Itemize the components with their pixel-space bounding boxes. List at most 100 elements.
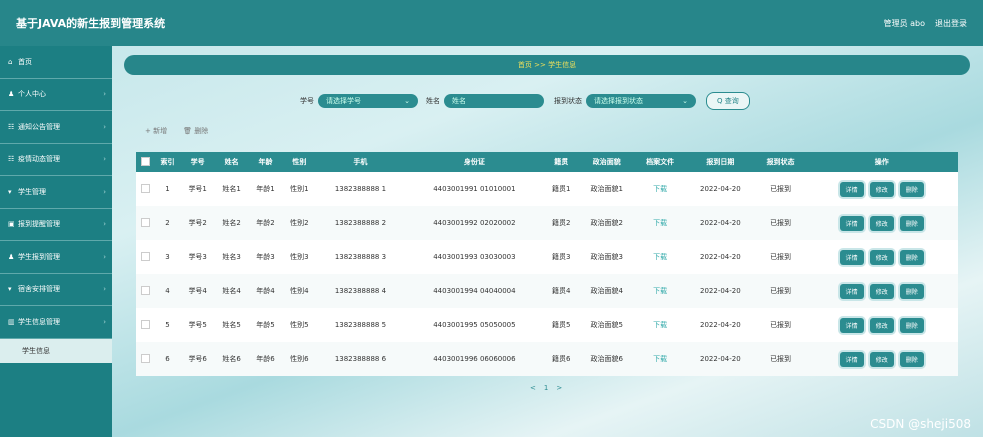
sidebar-item-label: 个人中心 (18, 90, 46, 99)
page-number[interactable]: 1 (544, 384, 548, 392)
chevron-icon: › (103, 220, 106, 229)
sidebar-item-1[interactable]: ♟ 个人中心 › (0, 79, 112, 111)
table-cell: 年龄2 (256, 219, 275, 227)
table-cell: 年龄4 (256, 287, 275, 295)
select-all-checkbox[interactable] (140, 156, 150, 166)
table-cell: 年龄1 (256, 185, 275, 193)
sidebar-item-7[interactable]: ▾ 宿舍安排管理 › (0, 274, 112, 306)
delete-button[interactable]: 删除 (899, 351, 924, 367)
logout-link[interactable]: 退出登录 (935, 18, 967, 29)
column-header: 档案文件 (646, 158, 675, 166)
xm-input[interactable]: 姓名 (444, 94, 544, 108)
table-cell: 6 (165, 355, 170, 363)
menu-icon: ♟ (8, 90, 15, 99)
edit-button[interactable]: 修改 (869, 283, 894, 299)
edit-button[interactable]: 修改 (869, 215, 894, 231)
chevron-icon: › (103, 252, 106, 261)
sidebar-subitem-student-info[interactable]: 学生信息 (0, 338, 112, 363)
query-button[interactable]: Q 查询 (706, 92, 750, 110)
table-cell: 已报到 (770, 185, 792, 193)
table-cell: 已报到 (770, 219, 792, 227)
column-header: 身份证 (463, 158, 485, 166)
chevron-icon: › (103, 155, 106, 164)
table-cell: 籍贯5 (552, 321, 571, 329)
detail-button[interactable]: 详情 (839, 181, 864, 197)
row-checkbox[interactable] (140, 353, 150, 363)
table-cell: 姓名2 (222, 219, 241, 227)
row-checkbox[interactable] (140, 319, 150, 329)
menu-icon: ▥ (8, 317, 15, 326)
table-cell: 1382388888 6 (334, 355, 387, 363)
delete-button[interactable]: 🗑 删除 (183, 126, 208, 136)
download-link[interactable]: 下载 (635, 240, 685, 274)
table-cell: 已报到 (770, 321, 792, 329)
delete-button[interactable]: 删除 (899, 181, 924, 197)
table-cell: 政治面貌6 (590, 355, 623, 363)
table-row: 2 学号2 姓名2 年龄2 性别2 1382388888 2 4403001992 0202… (136, 206, 958, 240)
admin-label: 管理员 abo (883, 18, 925, 28)
table-cell: 姓名6 (222, 355, 241, 363)
xh-select[interactable]: 请选择学号 ⌄ (318, 94, 418, 108)
table-cell: 1382388888 2 (334, 219, 387, 227)
download-link[interactable]: 下载 (635, 274, 685, 308)
top-bar: 基于JAVA的新生报到管理系统 管理员 abo 退出登录 (0, 0, 983, 46)
sidebar-item-label: 学生管理 (18, 187, 46, 196)
column-header: 年龄 (258, 158, 273, 166)
download-link[interactable]: 下载 (635, 206, 685, 240)
delete-button[interactable]: 删除 (899, 249, 924, 265)
table-cell: 政治面貌4 (590, 287, 623, 295)
chevron-icon: › (103, 285, 106, 294)
download-link[interactable]: 下载 (635, 172, 685, 206)
detail-button[interactable]: 详情 (839, 215, 864, 231)
table-cell: 已报到 (770, 253, 792, 261)
table-cell: 2022-04-20 (700, 185, 741, 193)
column-header: 手机 (353, 158, 368, 166)
app-title: 基于JAVA的新生报到管理系统 (16, 17, 166, 30)
table-cell: 姓名3 (222, 253, 241, 261)
sidebar-item-3[interactable]: ☷ 疫情动态管理 › (0, 144, 112, 176)
table-cell: 2 (165, 219, 170, 227)
sidebar-item-5[interactable]: ▣ 报到提醒管理 › (0, 209, 112, 241)
delete-button[interactable]: 删除 (899, 317, 924, 333)
table-cell: 年龄6 (256, 355, 275, 363)
table-cell: 性别2 (290, 219, 309, 227)
column-header: 学号 (190, 158, 205, 166)
download-link[interactable]: 下载 (635, 308, 685, 342)
detail-button[interactable]: 详情 (839, 283, 864, 299)
sidebar-item-6[interactable]: ♟ 学生报到管理 › (0, 241, 112, 274)
edit-button[interactable]: 修改 (869, 351, 894, 367)
delete-button[interactable]: 删除 (899, 283, 924, 299)
next-page-button[interactable]: > (556, 384, 562, 392)
column-header: 姓名 (224, 158, 239, 166)
table-cell: 4403001992 02020002 (433, 219, 516, 227)
detail-button[interactable]: 详情 (839, 351, 864, 367)
menu-icon: ▣ (8, 220, 15, 229)
sidebar-item-label: 首页 (18, 57, 32, 66)
table-row: 6 学号6 姓名6 年龄6 性别6 1382388888 6 4403001996 0606… (136, 342, 958, 376)
table-cell: 政治面貌5 (590, 321, 623, 329)
sidebar-item-0[interactable]: ⌂ 首页 (0, 46, 112, 79)
zt-label: 报到状态 (554, 97, 582, 105)
menu-icon: ☷ (8, 155, 15, 164)
delete-button[interactable]: 删除 (899, 215, 924, 231)
table-cell: 性别1 (290, 185, 309, 193)
prev-page-button[interactable]: < (530, 384, 536, 392)
menu-icon: ☷ (8, 122, 15, 131)
row-checkbox[interactable] (140, 285, 150, 295)
row-checkbox[interactable] (140, 251, 150, 261)
detail-button[interactable]: 详情 (839, 249, 864, 265)
table-cell: 籍贯1 (552, 185, 571, 193)
detail-button[interactable]: 详情 (839, 317, 864, 333)
pagination: < 1 > (530, 384, 562, 392)
edit-button[interactable]: 修改 (869, 181, 894, 197)
sidebar-item-2[interactable]: ☷ 通知公告管理 › (0, 111, 112, 144)
sidebar-item-8[interactable]: ▥ 学生信息管理 › (0, 306, 112, 339)
sidebar-item-4[interactable]: ▾ 学生管理 › (0, 176, 112, 209)
download-link[interactable]: 下载 (635, 342, 685, 376)
add-button[interactable]: + 新增 (145, 126, 167, 136)
edit-button[interactable]: 修改 (869, 317, 894, 333)
edit-button[interactable]: 修改 (869, 249, 894, 265)
zt-select[interactable]: 请选择报到状态 ⌄ (586, 94, 696, 108)
row-checkbox[interactable] (140, 217, 150, 227)
row-checkbox[interactable] (140, 183, 150, 193)
